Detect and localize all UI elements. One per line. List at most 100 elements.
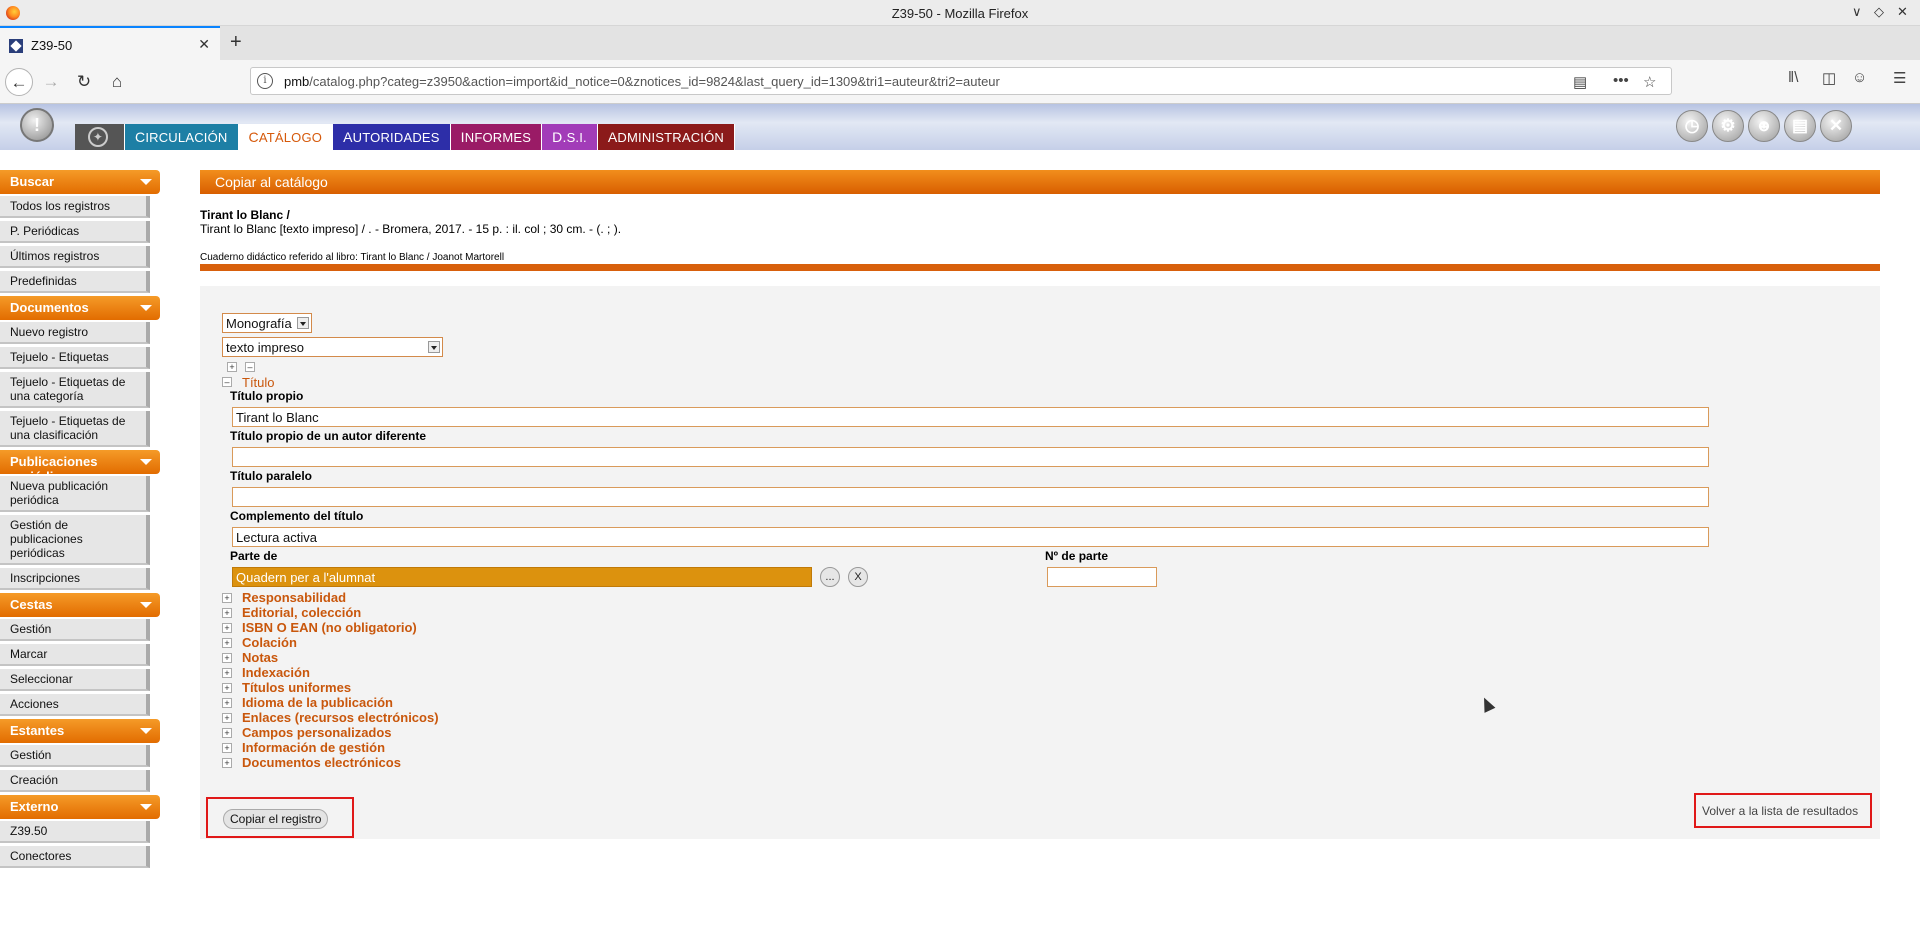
select-parent-button[interactable]: ... bbox=[820, 567, 840, 587]
section-documentos-electronicos[interactable]: Documentos electrónicos bbox=[242, 755, 401, 770]
section-colacion[interactable]: Colación bbox=[242, 635, 297, 650]
menu-section-estantes[interactable]: Estantes bbox=[0, 719, 160, 743]
reload-button[interactable]: ↻ bbox=[70, 68, 98, 96]
expand-icon[interactable]: + bbox=[222, 653, 232, 663]
collapse-all-icon[interactable]: – bbox=[245, 362, 255, 372]
section-editorial[interactable]: Editorial, colección bbox=[242, 605, 361, 620]
section-notas[interactable]: Notas bbox=[242, 650, 278, 665]
forward-button[interactable]: → bbox=[37, 68, 65, 96]
parte-de-input[interactable]: Quadern per a l'alumnat bbox=[232, 567, 812, 587]
expand-icon[interactable]: + bbox=[222, 698, 232, 708]
tab-title: Z39-50 bbox=[31, 38, 73, 53]
menu-item-nueva-publicacion[interactable]: Nueva publicación periódica bbox=[0, 476, 150, 512]
menu-item-conectores[interactable]: Conectores bbox=[0, 846, 150, 868]
logout-close-icon[interactable]: ✕ bbox=[1820, 110, 1852, 142]
minimize-icon[interactable]: ∨ bbox=[1852, 4, 1862, 20]
back-button[interactable]: ← bbox=[5, 68, 33, 96]
expand-icon[interactable]: + bbox=[222, 593, 232, 603]
menu-item-nuevo-registro[interactable]: Nuevo registro bbox=[0, 322, 150, 344]
clear-parent-button[interactable]: X bbox=[848, 567, 868, 587]
section-enlaces[interactable]: Enlaces (recursos electrónicos) bbox=[242, 710, 439, 725]
menu-item-acciones[interactable]: Acciones bbox=[0, 694, 150, 716]
bookmark-star-icon[interactable]: ☆ bbox=[1643, 73, 1656, 91]
settings-gear-icon[interactable]: ⚙ bbox=[1712, 110, 1744, 142]
menu-section-cestas[interactable]: Cestas bbox=[0, 593, 160, 617]
support-type-select[interactable]: texto impreso bbox=[222, 337, 443, 357]
expand-icon[interactable]: + bbox=[222, 608, 232, 618]
expand-icon[interactable]: + bbox=[222, 668, 232, 678]
browser-tab[interactable]: Z39-50 ✕ bbox=[0, 26, 220, 60]
section-isbn[interactable]: ISBN O EAN (no obligatorio) bbox=[242, 620, 417, 635]
url-bar[interactable]: i pmb/catalog.php?categ=z3950&action=imp… bbox=[250, 67, 1672, 95]
restore-icon[interactable]: ◇ bbox=[1874, 4, 1884, 20]
menu-item-tejuelo-clasificacion[interactable]: Tejuelo - Etiquetas de una clasificación bbox=[0, 411, 150, 447]
menu-item-todos-registros[interactable]: Todos los registros bbox=[0, 196, 150, 218]
hamburger-menu-icon[interactable]: ☰ bbox=[1893, 69, 1906, 87]
expand-icon[interactable]: + bbox=[222, 623, 232, 633]
menu-section-documentos[interactable]: Documentos bbox=[0, 296, 160, 320]
url-text[interactable]: pmb/catalog.php?categ=z3950&action=impor… bbox=[284, 74, 1000, 89]
menu-item-estantes-gestion[interactable]: Gestión bbox=[0, 745, 150, 767]
doc-type-select[interactable]: Monografía bbox=[222, 313, 312, 333]
notes-icon[interactable]: ▤ bbox=[1784, 110, 1816, 142]
close-window-icon[interactable]: ✕ bbox=[1897, 4, 1908, 20]
menu-item-z3950[interactable]: Z39.50 bbox=[0, 821, 150, 843]
library-icon[interactable]: ‖\ bbox=[1788, 69, 1798, 86]
menu-item-marcar[interactable]: Marcar bbox=[0, 644, 150, 666]
menu-item-creacion[interactable]: Creación bbox=[0, 770, 150, 792]
alert-icon[interactable]: ! bbox=[20, 108, 54, 142]
divider bbox=[200, 264, 1880, 271]
expand-icon[interactable]: + bbox=[222, 638, 232, 648]
titulo-autor-diferente-input[interactable] bbox=[232, 447, 1709, 467]
reader-view-icon[interactable]: ▤ bbox=[1573, 73, 1587, 91]
menu-item-tejuelo-categoria[interactable]: Tejuelo - Etiquetas de una categoría bbox=[0, 372, 150, 408]
expand-icon[interactable]: + bbox=[222, 758, 232, 768]
section-responsabilidad[interactable]: Responsabilidad bbox=[242, 590, 346, 605]
menu-section-publicaciones[interactable]: Publicaciones periódicas bbox=[0, 450, 160, 474]
n-parte-input[interactable] bbox=[1047, 567, 1157, 587]
account-icon[interactable]: ☺ bbox=[1852, 69, 1867, 86]
menu-item-predefinidas[interactable]: Predefinidas bbox=[0, 271, 150, 293]
menu-item-inscripciones[interactable]: Inscripciones bbox=[0, 568, 150, 590]
tab-administracion[interactable]: Administración bbox=[597, 124, 736, 150]
menu-item-tejuelo-etiquetas[interactable]: Tejuelo - Etiquetas bbox=[0, 347, 150, 369]
tab-autoridades[interactable]: Autoridades bbox=[333, 124, 451, 150]
titulo-paralelo-input[interactable] bbox=[232, 487, 1709, 507]
back-to-results-link[interactable]: Volver a la lista de resultados bbox=[1702, 804, 1858, 818]
section-titulos-uniformes[interactable]: Títulos uniformes bbox=[242, 680, 351, 695]
page-actions-icon[interactable]: ••• bbox=[1613, 72, 1629, 89]
expand-icon[interactable]: + bbox=[222, 728, 232, 738]
tab-informes[interactable]: Informes bbox=[450, 124, 543, 150]
collapse-titulo-icon[interactable]: – bbox=[222, 377, 232, 387]
expand-icon[interactable]: + bbox=[222, 683, 232, 693]
section-informacion-gestion[interactable]: Información de gestión bbox=[242, 740, 385, 755]
home-button[interactable]: ⌂ bbox=[103, 68, 131, 96]
close-tab-icon[interactable]: ✕ bbox=[198, 36, 210, 53]
tab-dsi[interactable]: D.S.I. bbox=[542, 124, 598, 150]
section-campos-personalizados[interactable]: Campos personalizados bbox=[242, 725, 392, 740]
expand-icon[interactable]: + bbox=[222, 743, 232, 753]
tab-catalogo[interactable]: Catálogo bbox=[238, 124, 334, 150]
copy-record-button[interactable]: Copiar el registro bbox=[223, 809, 329, 829]
menu-item-ultimos-registros[interactable]: Últimos registros bbox=[0, 246, 150, 268]
section-indexacion[interactable]: Indexación bbox=[242, 665, 310, 680]
tab-dashboard[interactable]: ✦ bbox=[75, 124, 125, 150]
menu-item-cestas-gestion[interactable]: Gestión bbox=[0, 619, 150, 641]
menu-item-seleccionar[interactable]: Seleccionar bbox=[0, 669, 150, 691]
user-account-icon[interactable]: ☻ bbox=[1748, 110, 1780, 142]
section-titulo[interactable]: Título bbox=[242, 375, 275, 390]
menu-item-gestion-publicaciones[interactable]: Gestión de publicaciones periódicas bbox=[0, 515, 150, 565]
new-tab-button[interactable]: + bbox=[230, 31, 242, 54]
complemento-titulo-input[interactable]: Lectura activa bbox=[232, 527, 1709, 547]
menu-item-p-periodicas[interactable]: P. Periódicas bbox=[0, 221, 150, 243]
site-info-icon[interactable]: i bbox=[257, 73, 273, 89]
expand-all-icon[interactable]: + bbox=[227, 362, 237, 372]
section-idioma[interactable]: Idioma de la publicación bbox=[242, 695, 393, 710]
menu-section-buscar[interactable]: Buscar bbox=[0, 170, 160, 194]
sidebar-icon[interactable]: ◫ bbox=[1822, 69, 1836, 87]
titulo-propio-input[interactable]: Tirant lo Blanc bbox=[232, 407, 1709, 427]
history-icon[interactable]: ◷ bbox=[1676, 110, 1708, 142]
menu-section-externo[interactable]: Externo bbox=[0, 795, 160, 819]
expand-icon[interactable]: + bbox=[222, 713, 232, 723]
tab-circulacion[interactable]: Circulación bbox=[125, 124, 239, 150]
